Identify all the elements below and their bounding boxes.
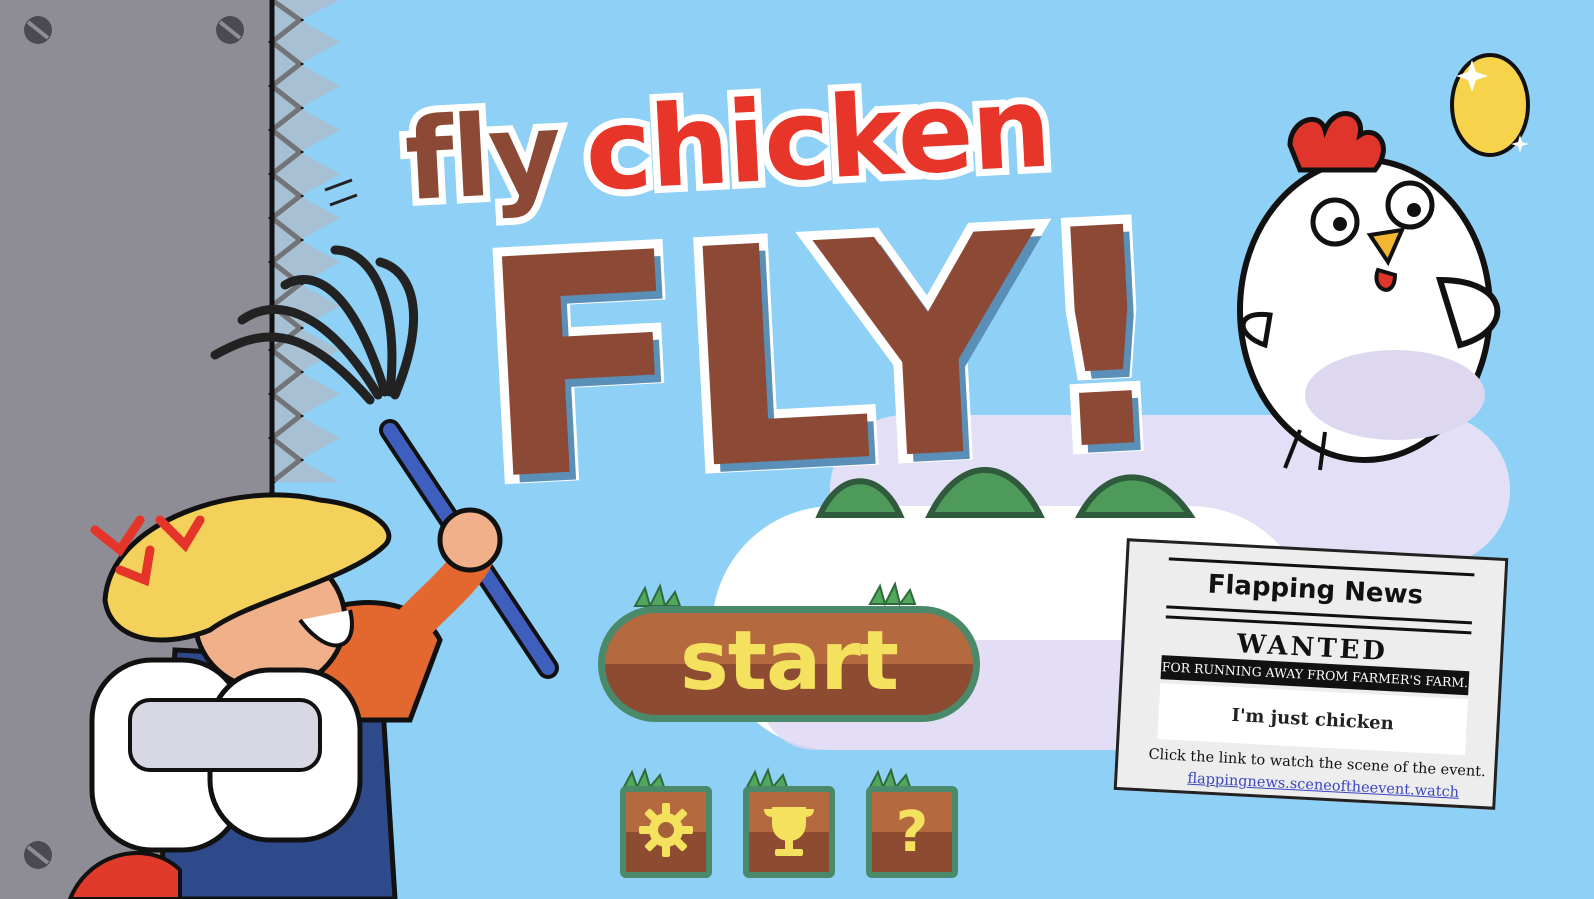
flapping-news-newspaper: Flapping News WANTED FOR RUNNING AWAY FR… <box>1113 538 1509 810</box>
leaderboard-button[interactable] <box>743 786 835 878</box>
settings-button[interactable] <box>620 786 712 878</box>
game-title-screen: fly chicken FLY! start ? Flapping News W… <box>0 0 1594 899</box>
newspaper-quote: I'm just chicken <box>1157 683 1468 756</box>
start-button-label: start <box>680 613 899 709</box>
start-button[interactable]: start <box>598 606 980 722</box>
trophy-icon <box>758 799 820 865</box>
help-button[interactable]: ? <box>866 786 958 878</box>
golden-egg <box>1450 53 1530 157</box>
chicken-character <box>1237 111 1501 471</box>
game-title-line2: FLY! <box>462 154 1185 556</box>
gear-icon <box>635 799 697 865</box>
question-mark-icon: ? <box>895 799 929 865</box>
